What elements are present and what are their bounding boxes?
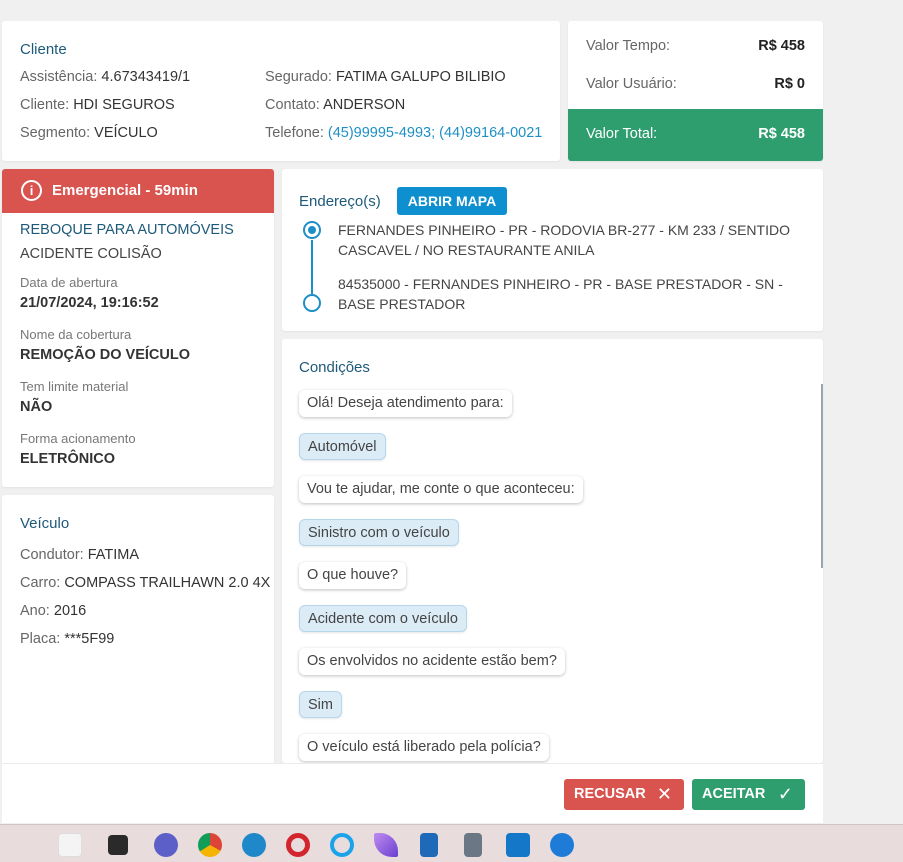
terminal-icon[interactable]	[108, 835, 128, 855]
valor-total-row: Valor Total: R$ 458	[568, 109, 823, 161]
feather-icon[interactable]	[374, 833, 398, 857]
conditions-card: Condições Olá! Deseja atendimento para: …	[282, 339, 823, 763]
weather-icon[interactable]	[58, 833, 82, 857]
app-icon[interactable]	[330, 833, 354, 857]
teams-icon[interactable]	[154, 833, 178, 857]
chat-message: Olá! Deseja atendimento para:	[299, 390, 512, 417]
cliente-field: Cliente: HDI SEGUROS	[20, 97, 175, 113]
conditions-title: Condições	[299, 359, 370, 376]
open-map-button[interactable]: ABRIR MAPA	[397, 187, 507, 215]
accept-button[interactable]: ACEITAR ✓	[692, 779, 805, 810]
origin-marker-icon	[303, 221, 321, 239]
limite-label: Tem limite material	[20, 379, 129, 394]
chat-message: Vou te ajudar, me conte o que aconteceu:	[299, 476, 583, 503]
data-abertura-label: Data de abertura	[20, 275, 118, 290]
chat-message: O que houve?	[299, 562, 407, 589]
segurado-field: Segurado: FATIMA GALUPO BILIBIO	[265, 69, 506, 85]
cobertura-value: REMOÇÃO DO VEÍCULO	[20, 347, 190, 363]
edge-icon[interactable]	[242, 833, 266, 857]
segmento-field: Segmento: VEÍCULO	[20, 125, 158, 141]
condutor-field: Condutor: FATIMA	[20, 547, 140, 563]
chat-answer: Automóvel	[299, 433, 386, 460]
origin-address: FERNANDES PINHEIRO - PR - RODOVIA BR-277…	[338, 222, 790, 258]
service-card: i Emergencial - 59min REBOQUE PARA AUTOM…	[2, 169, 274, 487]
notepad-icon[interactable]	[420, 833, 438, 857]
chat-message: Os envolvidos no acidente estão bem?	[299, 648, 565, 675]
vehicle-title: Veículo	[20, 515, 70, 532]
limite-value: NÃO	[20, 399, 53, 415]
os-taskbar	[0, 824, 903, 862]
service-subtype: ACIDENTE COLISÃO	[20, 246, 162, 262]
opera-icon[interactable]	[286, 833, 310, 857]
anydesk-icon[interactable]	[506, 833, 530, 857]
acionamento-value: ELETRÔNICO	[20, 451, 116, 467]
chat-answer: Acidente com o veículo	[299, 605, 467, 632]
client-title: Cliente	[20, 41, 67, 58]
data-abertura-value: 21/07/2024, 19:16:52	[20, 295, 159, 311]
address-title: Endereço(s)	[299, 193, 381, 210]
carro-field: Carro: COMPASS TRAILHAWN 2.0 4X	[20, 575, 271, 591]
ano-field: Ano: 2016	[20, 603, 87, 619]
valor-usuario-row: Valor Usuário: R$ 0	[586, 76, 805, 92]
vehicle-card: Veículo Condutor: FATIMA Carro: COMPASS …	[2, 495, 274, 765]
values-card: Valor Tempo: R$ 458 Valor Usuário: R$ 0 Va…	[568, 21, 823, 161]
destination-marker-icon	[303, 294, 321, 312]
chat-answer: Sim	[299, 691, 342, 718]
valor-tempo-row: Valor Tempo: R$ 458	[586, 38, 805, 54]
emergency-badge: i Emergencial - 59min	[2, 169, 274, 213]
info-icon: i	[21, 180, 42, 201]
telefone-field: Telefone: (45)99995-4993; (44)99164-0021	[265, 125, 543, 141]
chat-answer: Sinistro com o veículo	[299, 519, 459, 546]
chat-message: O veículo está liberado pela polícia?	[299, 734, 549, 761]
assistencia-field: Assistência: 4.67343419/1	[20, 69, 191, 85]
contato-field: Contato: ANDERSON	[265, 97, 406, 113]
telefone-link[interactable]: (45)99995-4993; (44)99164-0021	[328, 125, 542, 141]
route-line	[311, 240, 313, 294]
reject-button[interactable]: RECUSAR ✕	[564, 779, 684, 810]
placa-field: Placa: ***5F99	[20, 631, 115, 647]
close-icon: ✕	[656, 784, 672, 804]
conditions-scrollbar[interactable]	[821, 384, 823, 568]
calculator-icon[interactable]	[464, 833, 482, 857]
destination-address: 84535000 - FERNANDES PINHEIRO - PR - BAS…	[338, 276, 783, 312]
check-icon: ✓	[777, 784, 793, 804]
action-footer: RECUSAR ✕ ACEITAR ✓	[2, 763, 823, 823]
phone-icon[interactable]	[550, 833, 574, 857]
client-card: Cliente Assistência: 4.67343419/1 Client…	[2, 21, 560, 161]
acionamento-label: Forma acionamento	[20, 431, 136, 446]
address-card: Endereço(s) ABRIR MAPA FERNANDES PINHEIR…	[282, 169, 823, 331]
cobertura-label: Nome da cobertura	[20, 327, 132, 342]
chrome-icon[interactable]	[198, 833, 222, 857]
service-type: REBOQUE PARA AUTOMÓVEIS	[20, 222, 234, 238]
